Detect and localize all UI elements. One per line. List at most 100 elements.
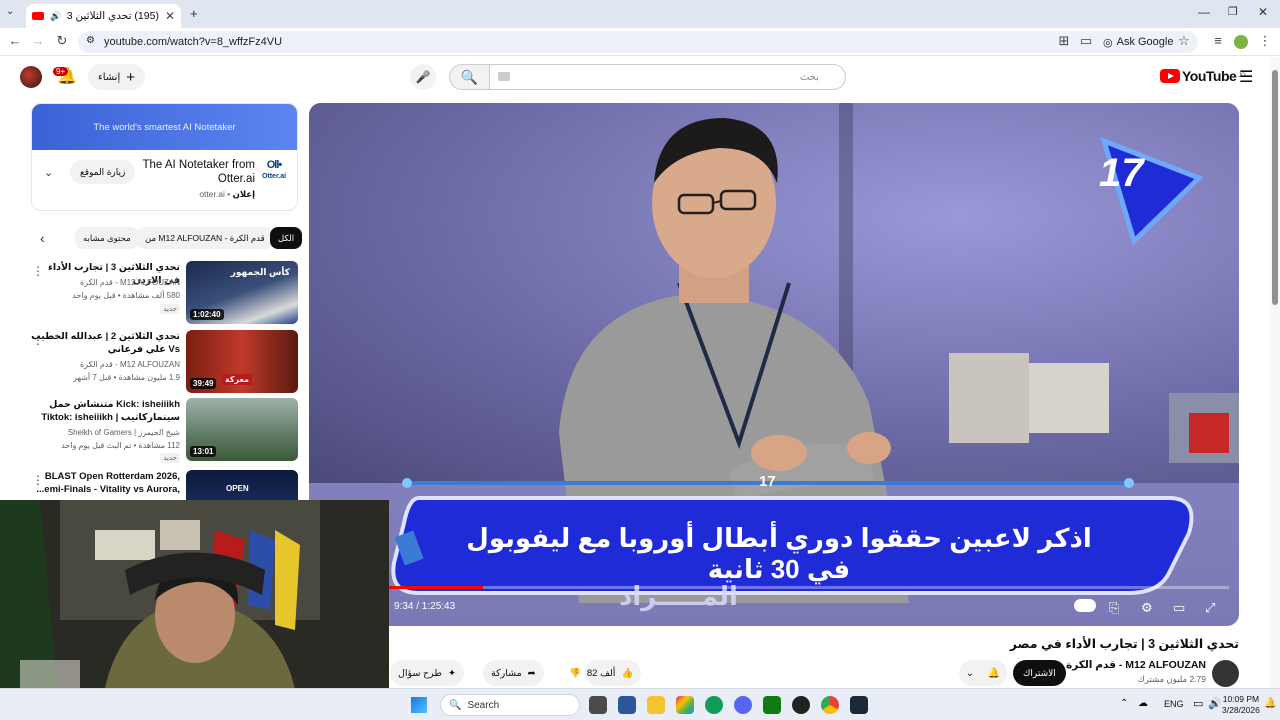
reading-list-icon[interactable]: ≡ (1209, 33, 1227, 48)
progress-bar[interactable] (389, 586, 1229, 589)
like-count[interactable]: 82 ألف (587, 668, 616, 679)
like-icon[interactable]: 👍 (621, 668, 633, 679)
list-item[interactable]: معركة 39:49 تحدي الثلاثين 2 | عبدالله ال… (26, 330, 298, 394)
keyboard-icon[interactable] (498, 72, 510, 81)
profile-avatar-icon[interactable] (1234, 35, 1248, 49)
network-icon[interactable]: ▭ (1193, 697, 1203, 710)
ask-google-button[interactable]: ◎ Ask Google (1103, 31, 1173, 53)
video-title[interactable]: BLAST Open Rotterdam 2026, ...emi-Finals… (30, 470, 180, 496)
cast-icon[interactable]: ▭ (1077, 33, 1095, 49)
notification-preferences-button[interactable]: ⌄ 🔔 (959, 660, 1007, 686)
dislike-icon[interactable]: 👎 (569, 668, 581, 679)
more-options-icon[interactable]: ⋮ (32, 333, 44, 347)
youtube-favicon-icon (32, 12, 44, 20)
search-button[interactable]: 🔍 (449, 64, 489, 90)
edge-icon[interactable] (705, 696, 723, 714)
video-thumbnail[interactable]: كأس الجمهور 1:02:40 (186, 261, 298, 324)
channel-name[interactable]: M12 ALFOUZAN - قدم الكرة (1066, 659, 1206, 671)
account-avatar[interactable] (20, 66, 42, 88)
browser-tab[interactable]: 🔊 (195) تحدي الثلاثين 3 | تجارب ✕ (26, 4, 181, 28)
bookmark-star-icon[interactable]: ☆ (1175, 33, 1193, 49)
ad-card[interactable]: The world's smartest AI Notetaker Oll• O… (31, 103, 298, 211)
app-icon[interactable] (618, 696, 636, 714)
create-button[interactable]: إنشاء + (88, 64, 145, 90)
tab-list-icon[interactable]: ⌄ (6, 6, 14, 17)
task-view-icon[interactable] (589, 696, 607, 714)
like-dislike-group: 👎 82 ألف 👍 (569, 660, 642, 686)
ad-banner[interactable]: The world's smartest AI Notetaker (32, 104, 297, 150)
subscribe-button[interactable]: الاشتراك (1013, 660, 1066, 686)
new-tab-icon[interactable]: + (190, 6, 198, 21)
channel-avatar[interactable] (1212, 660, 1239, 687)
chevron-down-icon[interactable]: ⌄ (44, 166, 53, 179)
forward-icon[interactable]: → (29, 33, 47, 48)
address-bar[interactable]: ⚙ youtube.com/watch?v=8_wffzFz4VU (78, 31, 1198, 53)
taskbar-search[interactable]: 🔍 Search (440, 694, 580, 716)
list-item[interactable]: OPEN BLAST Open Rotterdam 2026, ...emi-F… (26, 470, 298, 502)
settings-gear-icon[interactable]: ⚙ (1141, 600, 1153, 616)
chrome-icon[interactable] (821, 696, 839, 714)
scrollbar-thumb[interactable] (1272, 70, 1278, 305)
more-options-icon[interactable]: ⋮ (32, 473, 44, 487)
video-title[interactable]: تحدي الثلاثين 2 | عبدالله الخطيب Vs علي … (30, 330, 180, 356)
copilot-icon[interactable] (676, 696, 694, 714)
ad-label: إعلان (232, 189, 255, 199)
windows-taskbar: 🔍 Search ⌃ ☁ ENG ▭ 🔊 10:09 PM 3/28/2026 … (0, 688, 1280, 720)
video-player[interactable]: 17 17 اذكر لاعبين حققوا دوري أبطال أوروب… (309, 103, 1239, 626)
fullscreen-icon[interactable]: ⤢ (1205, 600, 1215, 616)
visit-site-button[interactable]: زيارة الموقع (70, 160, 136, 184)
close-tab-icon[interactable]: ✕ (165, 9, 175, 23)
volume-icon[interactable]: 🔊 (1208, 697, 1222, 710)
subtitles-icon[interactable]: ⎘ (1109, 600, 1119, 616)
question-counter: 17 (1099, 151, 1144, 195)
file-explorer-icon[interactable] (647, 696, 665, 714)
audio-icon[interactable]: 🔊 (50, 11, 61, 22)
otter-logo: Oll• Otter.ai (261, 159, 287, 185)
search-input[interactable]: بحث (489, 64, 846, 90)
xbox-icon[interactable] (763, 696, 781, 714)
minimize-icon[interactable]: — (1198, 5, 1210, 19)
reload-icon[interactable]: ↻ (53, 33, 71, 49)
chip-related[interactable]: محتوى مشابه (75, 227, 139, 249)
otter-logo-text: Otter.ai (261, 173, 287, 180)
list-item[interactable]: 13:01 Kick: isheiiikh متنشاش حمل سينمارك… (26, 398, 298, 463)
video-title[interactable]: Kick: isheiiikh متنشاش حمل سينماركاتيب |… (30, 398, 180, 424)
chip-all[interactable]: الكل (270, 227, 303, 249)
back-icon[interactable]: ← (6, 33, 24, 48)
close-window-icon[interactable]: ✕ (1258, 5, 1268, 19)
taskbar-clock[interactable]: 10:09 PM 3/28/2026 (1222, 694, 1260, 716)
discord-icon[interactable] (734, 696, 752, 714)
autoplay-toggle-icon[interactable] (1074, 599, 1096, 612)
list-item[interactable]: كأس الجمهور 1:02:40 تحدي الثلاثين 3 | تج… (26, 261, 298, 325)
channel-name[interactable]: شيخ الجيمرز | Sheikh of Gamers (30, 428, 180, 437)
translate-icon[interactable]: ⊞ (1055, 33, 1073, 49)
site-info-icon[interactable]: ⚙ (86, 35, 95, 46)
ask-button[interactable]: طرح سؤال ✦ (390, 660, 464, 686)
browser-menu-icon[interactable]: ⋮ (1256, 33, 1274, 49)
ad-title[interactable]: The AI Notetaker from Otter.ai (125, 158, 256, 186)
obs-icon[interactable] (792, 696, 810, 714)
chevron-left-icon[interactable]: ‹ (40, 230, 45, 246)
ad-meta: إعلان • otter.ai (199, 189, 255, 199)
video-thumbnail[interactable]: OPEN (186, 470, 298, 502)
more-options-icon[interactable]: ⋮ (32, 264, 44, 278)
youtube-play-logo-icon (1160, 69, 1180, 83)
video-thumbnail[interactable]: 13:01 (186, 398, 298, 461)
restore-icon[interactable]: ❐ (1228, 5, 1238, 18)
youtube-logo[interactable]: YouTube JO (1160, 68, 1245, 84)
share-button[interactable]: مشاركة ➦ (483, 660, 544, 686)
guide-menu-icon[interactable]: ☰ (1239, 67, 1253, 87)
show-hidden-icons-icon[interactable]: ⌃ (1120, 698, 1128, 709)
voice-search-mic-icon[interactable]: 🎤 (410, 64, 436, 90)
theater-mode-icon[interactable]: ▭ (1173, 600, 1185, 616)
video-thumbnail[interactable]: معركة 39:49 (186, 330, 298, 393)
channel-name[interactable]: M12 ALFOUZAN - قدم الكرة (30, 360, 180, 369)
new-badge: جديد (160, 304, 180, 314)
cloud-icon[interactable]: ☁ (1138, 698, 1148, 709)
notification-center-icon[interactable]: 🔔 (1264, 698, 1276, 709)
steam-icon[interactable] (850, 696, 868, 714)
language-indicator[interactable]: ENG (1164, 699, 1184, 709)
windows-start-icon[interactable] (411, 697, 427, 713)
chip-from-channel[interactable]: من M12 ALFOUZAN - قدم الكرة (137, 227, 273, 249)
channel-name[interactable]: M12 ALFOUZAN - قدم الكرة (30, 278, 180, 287)
